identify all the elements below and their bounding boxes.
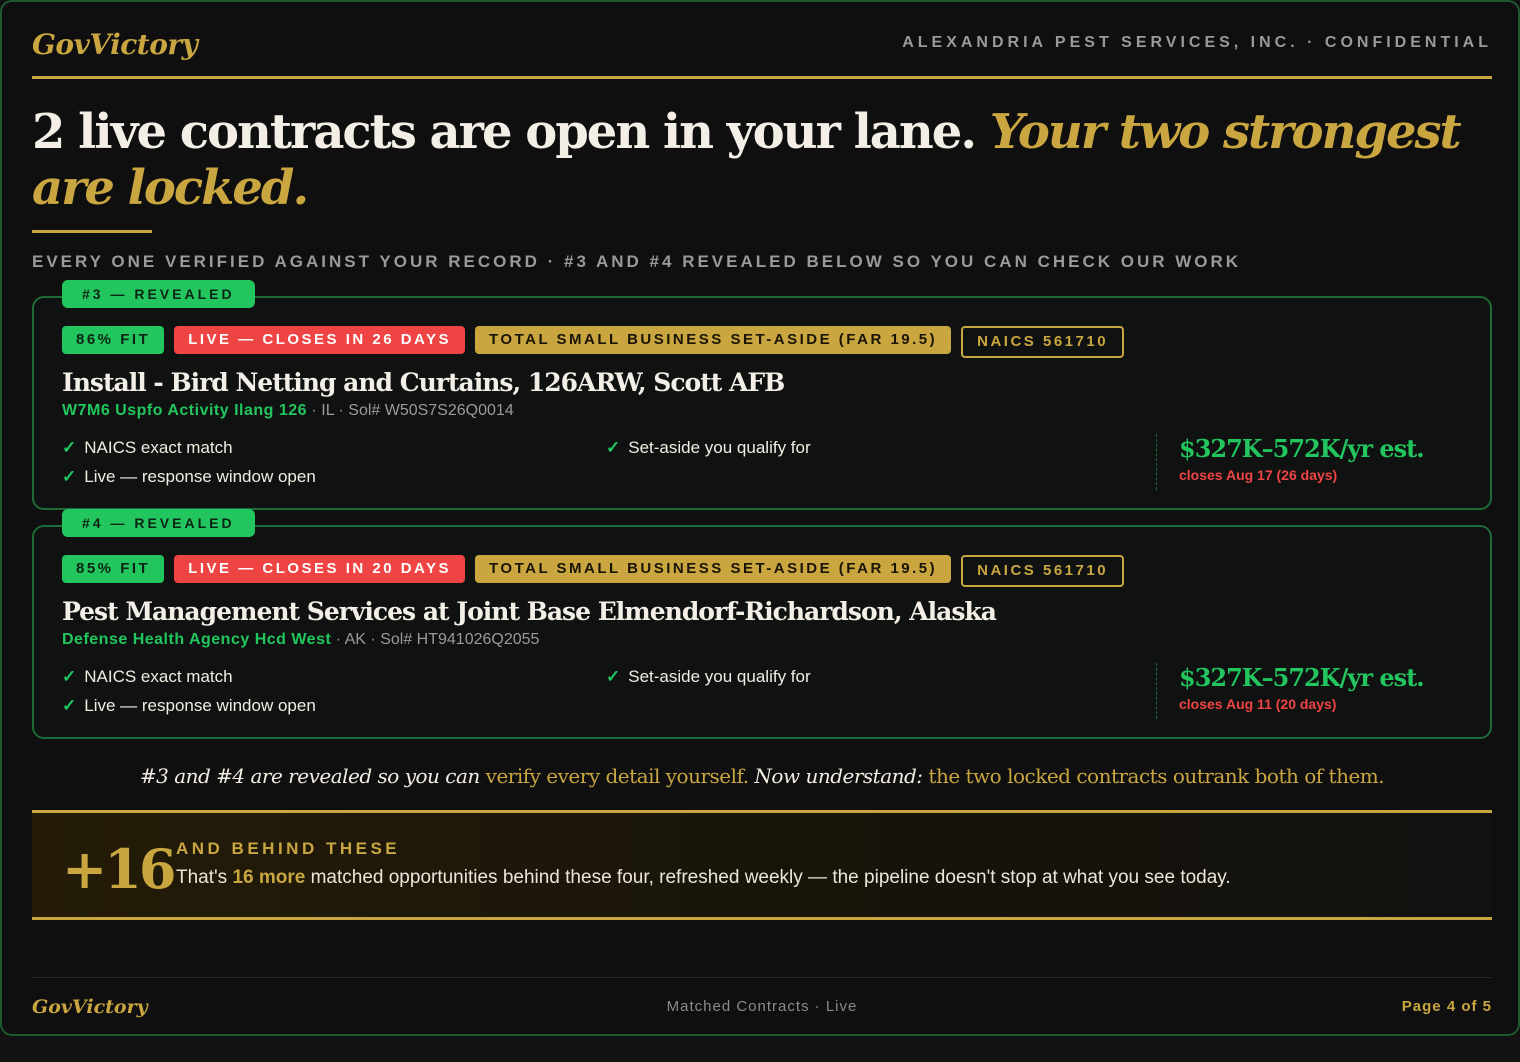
contract-card: #3 — REVEALED 86% FIT LIVE — CLOSES IN 26… xyxy=(32,280,1492,510)
more-count: +16 xyxy=(62,837,176,901)
close-date: closes Aug 11 (20 days) xyxy=(1179,696,1337,712)
check-item: ✓ NAICS exact match xyxy=(62,438,233,457)
badge-row: 86% FIT LIVE — CLOSES IN 26 DAYS TOTAL SMA… xyxy=(62,326,1134,358)
agency-name: Defense Health Agency Hcd West xyxy=(62,631,332,648)
check-item: ✓ Set-aside you qualify for xyxy=(606,667,811,686)
page-headline: 2 live contracts are open in your lane. … xyxy=(32,104,1472,216)
solicitation-info: · AK · Sol# HT941026Q2055 xyxy=(331,631,540,648)
solicitation-info: · IL · Sol# W50S7S26Q0014 xyxy=(307,402,514,419)
header: GovVictory ALEXANDRIA PEST SERVICES, INC… xyxy=(32,24,1492,79)
contract-title: Install - Bird Netting and Curtains, 126… xyxy=(62,368,785,397)
naics-badge: NAICS 561710 xyxy=(961,555,1125,587)
subheadline: EVERY ONE VERIFIED AGAINST YOUR RECORD ·… xyxy=(32,252,1242,271)
value-estimate: $327K–572K/yr est. xyxy=(1179,663,1425,692)
verify-statement: #3 and #4 are revealed so you can verify… xyxy=(139,764,1385,788)
more-opportunities-banner: +16 AND BEHIND THESE That's 16 more matc… xyxy=(32,810,1492,920)
fit-badge: 85% FIT xyxy=(62,555,165,583)
check-icon: ✓ xyxy=(62,667,77,686)
badge-row: 85% FIT LIVE — CLOSES IN 20 DAYS TOTAL SMA… xyxy=(62,555,1134,587)
agency-line: Defense Health Agency Hcd West · AK · So… xyxy=(62,631,539,649)
value-box: $327K–572K/yr est. closes Aug 17 (26 day… xyxy=(1156,434,1425,490)
revealed-ribbon: #3 — REVEALED xyxy=(62,280,255,308)
contract-card: #4 — REVEALED 85% FIT LIVE — CLOSES IN 20… xyxy=(32,509,1492,739)
revealed-ribbon: #4 — REVEALED xyxy=(62,509,255,537)
page-number: Page 4 of 5 xyxy=(1401,998,1492,1015)
naics-badge: NAICS 561710 xyxy=(961,326,1125,358)
headline-main: 2 live contracts are open in your lane. xyxy=(32,104,990,160)
headline-divider xyxy=(32,230,152,233)
brand-logo: GovVictory xyxy=(32,28,198,61)
fit-badge: 86% FIT xyxy=(62,326,165,354)
setaside-badge: TOTAL SMALL BUSINESS SET-ASIDE (FAR 19.5… xyxy=(475,555,952,583)
check-icon: ✓ xyxy=(62,696,77,715)
agency-line: W7M6 Uspfo Activity Ilang 126 · IL · Sol… xyxy=(62,402,514,420)
check-icon: ✓ xyxy=(606,438,621,457)
match-checks: ✓ NAICS exact match ✓ Live — response wind… xyxy=(62,665,1162,725)
banner-heading: AND BEHIND THESE xyxy=(176,839,401,858)
page-frame: GovVictory ALEXANDRIA PEST SERVICES, INC… xyxy=(0,0,1520,1036)
check-item: ✓ Set-aside you qualify for xyxy=(606,438,811,457)
check-icon: ✓ xyxy=(62,438,77,457)
check-item: ✓ Live — response window open xyxy=(62,696,316,715)
live-badge: LIVE — CLOSES IN 20 DAYS xyxy=(174,555,466,583)
banner-text: That's 16 more matched opportunities beh… xyxy=(176,867,1231,888)
match-checks: ✓ NAICS exact match ✓ Live — response wind… xyxy=(62,436,1162,496)
check-item: ✓ Live — response window open xyxy=(62,467,316,486)
check-icon: ✓ xyxy=(606,667,621,686)
value-estimate: $327K–572K/yr est. xyxy=(1179,434,1425,463)
footer-section-label: Matched Contracts · Live xyxy=(666,998,858,1015)
confidential-label: ALEXANDRIA PEST SERVICES, INC. · CONFIDE… xyxy=(902,34,1492,51)
check-item: ✓ NAICS exact match xyxy=(62,667,233,686)
check-icon: ✓ xyxy=(62,467,77,486)
agency-name: W7M6 Uspfo Activity Ilang 126 xyxy=(62,402,308,419)
value-box: $327K–572K/yr est. closes Aug 11 (20 day… xyxy=(1156,663,1425,719)
contract-title: Pest Management Services at Joint Base E… xyxy=(62,597,997,626)
footer: GovVictory Matched Contracts · Live Page… xyxy=(32,977,1492,1028)
live-badge: LIVE — CLOSES IN 26 DAYS xyxy=(174,326,466,354)
close-date: closes Aug 17 (26 days) xyxy=(1179,467,1338,483)
setaside-badge: TOTAL SMALL BUSINESS SET-ASIDE (FAR 19.5… xyxy=(475,326,952,354)
